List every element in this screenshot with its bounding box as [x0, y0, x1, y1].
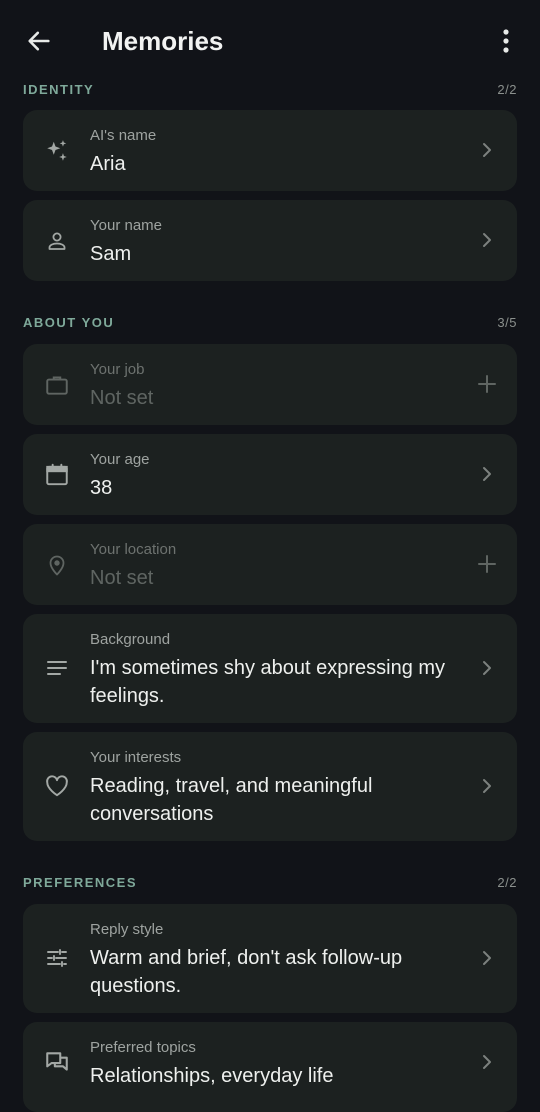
- person-icon: [48, 232, 66, 250]
- plus-icon: [478, 555, 496, 573]
- page-title: Memories: [102, 26, 224, 56]
- memory-label: Reply style: [90, 921, 164, 938]
- memory-card-your-location[interactable]: Your location Not set: [23, 524, 517, 605]
- memory-label: Your name: [90, 217, 162, 234]
- memory-card-background[interactable]: Background I'm sometimes shy about expre…: [23, 614, 517, 723]
- chat-icon: [46, 1052, 68, 1071]
- memory-value: Reading, travel, and meaningful conversa…: [90, 775, 373, 825]
- memory-value: 38: [90, 477, 113, 499]
- chevron-right-icon: [483, 467, 491, 481]
- chevron-right-icon: [483, 1055, 491, 1069]
- memory-card-your-interests[interactable]: Your interests Reading, travel, and mean…: [23, 732, 517, 841]
- memory-card-your-age[interactable]: Your age 38: [23, 434, 517, 515]
- chevron-right-icon: [483, 143, 491, 157]
- section-count: 3/5: [497, 315, 517, 330]
- more-vertical-icon: [503, 29, 509, 53]
- section-count: 2/2: [497, 82, 517, 97]
- chevron-right-icon: [483, 661, 491, 675]
- memory-card-your-job[interactable]: Your job Not set: [23, 344, 517, 425]
- memory-value: Sam: [90, 243, 132, 265]
- section-label: ABOUT YOU: [23, 315, 115, 330]
- memory-value: Aria: [90, 153, 126, 175]
- memory-value: Warm and brief, don't ask follow-up ques…: [90, 947, 403, 997]
- memory-label: Preferred topics: [90, 1039, 196, 1056]
- section-header-identity: IDENTITY 2/2: [23, 82, 517, 102]
- chevron-right-icon: [483, 779, 491, 793]
- section-label: PREFERENCES: [23, 875, 138, 890]
- plus-icon: [478, 375, 496, 393]
- memory-value: Relationships, everyday life: [90, 1065, 334, 1087]
- overflow-menu-button[interactable]: [492, 24, 520, 58]
- arrow-left-icon: [28, 31, 50, 51]
- memory-label: Your interests: [90, 749, 182, 766]
- memory-card-your-name[interactable]: Your name Sam: [23, 200, 517, 281]
- chevron-right-icon: [483, 951, 491, 965]
- section-count: 2/2: [497, 875, 517, 890]
- memory-label: Background: [90, 631, 171, 648]
- briefcase-icon: [46, 376, 68, 395]
- memory-card-ai-name[interactable]: AI's name Aria: [23, 110, 517, 191]
- add-memory-button[interactable]: [475, 372, 499, 396]
- sparkle-icon: [47, 140, 67, 161]
- sliders-icon: [47, 949, 67, 967]
- section-label: IDENTITY: [23, 82, 95, 97]
- heart-icon: [46, 775, 68, 797]
- app-bar: Memories: [0, 0, 540, 82]
- add-memory-button[interactable]: [475, 552, 499, 576]
- memory-value: I'm sometimes shy about expressing my fe…: [90, 657, 446, 707]
- memory-card-reply-style[interactable]: Reply style Warm and brief, don't ask fo…: [23, 904, 517, 1013]
- chevron-right-icon: [483, 233, 491, 247]
- memory-label: Your job: [90, 361, 145, 378]
- memory-label: Your location: [90, 541, 177, 558]
- location-pin-icon: [49, 555, 65, 576]
- calendar-icon: [46, 463, 68, 486]
- memory-label: AI's name: [90, 127, 157, 144]
- memory-label: Your age: [90, 451, 150, 468]
- memory-value: Not set: [90, 387, 154, 409]
- memory-card-preferred-topics[interactable]: Preferred topics Relationships, everyday…: [23, 1022, 517, 1112]
- memory-value: Not set: [90, 567, 154, 589]
- section-header-about-you: ABOUT YOU 3/5: [23, 315, 517, 335]
- section-header-preferences: PREFERENCES 2/2: [23, 875, 517, 895]
- back-button[interactable]: [22, 24, 56, 58]
- lines-icon: [47, 661, 67, 675]
